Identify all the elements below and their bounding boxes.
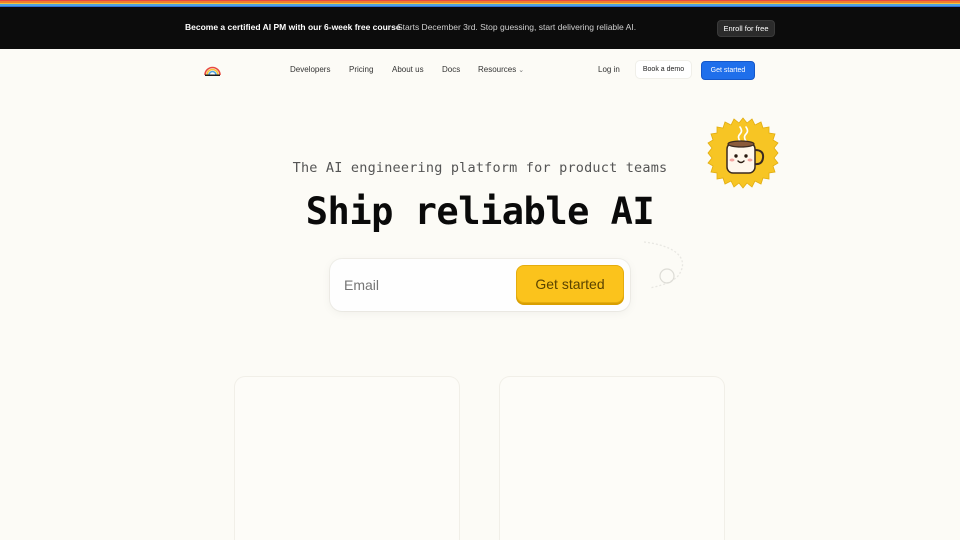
nav-docs[interactable]: Docs bbox=[442, 65, 460, 74]
coffee-mug-badge-icon bbox=[707, 117, 779, 189]
nav-get-started-button[interactable]: Get started bbox=[701, 61, 755, 80]
rainbow-stripe bbox=[0, 0, 960, 7]
nav-resources-label: Resources bbox=[478, 65, 517, 74]
nav-developers[interactable]: Developers bbox=[290, 65, 330, 74]
feature-card bbox=[235, 377, 459, 540]
email-input[interactable] bbox=[344, 277, 504, 293]
nav-pricing[interactable]: Pricing bbox=[349, 65, 373, 74]
nav-about-us[interactable]: About us bbox=[392, 65, 424, 74]
hero-get-started-button[interactable]: Get started bbox=[516, 265, 624, 303]
book-demo-button[interactable]: Book a demo bbox=[636, 61, 691, 78]
feature-card bbox=[500, 377, 724, 540]
swirl-decoration-icon bbox=[643, 241, 684, 289]
announcement-bar: Become a certified AI PM with our 6-week… bbox=[0, 7, 960, 49]
announcement-detail: Starts December 3rd. Stop guessing, star… bbox=[397, 22, 637, 32]
enroll-button[interactable]: Enroll for free bbox=[717, 20, 775, 37]
rainbow-logo-icon[interactable] bbox=[204, 64, 221, 76]
hero-tagline: The AI engineering platform for product … bbox=[292, 160, 668, 176]
announcement-headline: Become a certified AI PM with our 6-week… bbox=[185, 22, 401, 32]
chevron-down-icon: ⌄ bbox=[518, 67, 525, 74]
email-signup-form: Get started bbox=[330, 259, 630, 311]
hero-headline: Ship reliable AI bbox=[305, 190, 655, 233]
login-link[interactable]: Log in bbox=[598, 65, 620, 74]
nav-resources[interactable]: Resources ⌄ bbox=[478, 65, 524, 74]
